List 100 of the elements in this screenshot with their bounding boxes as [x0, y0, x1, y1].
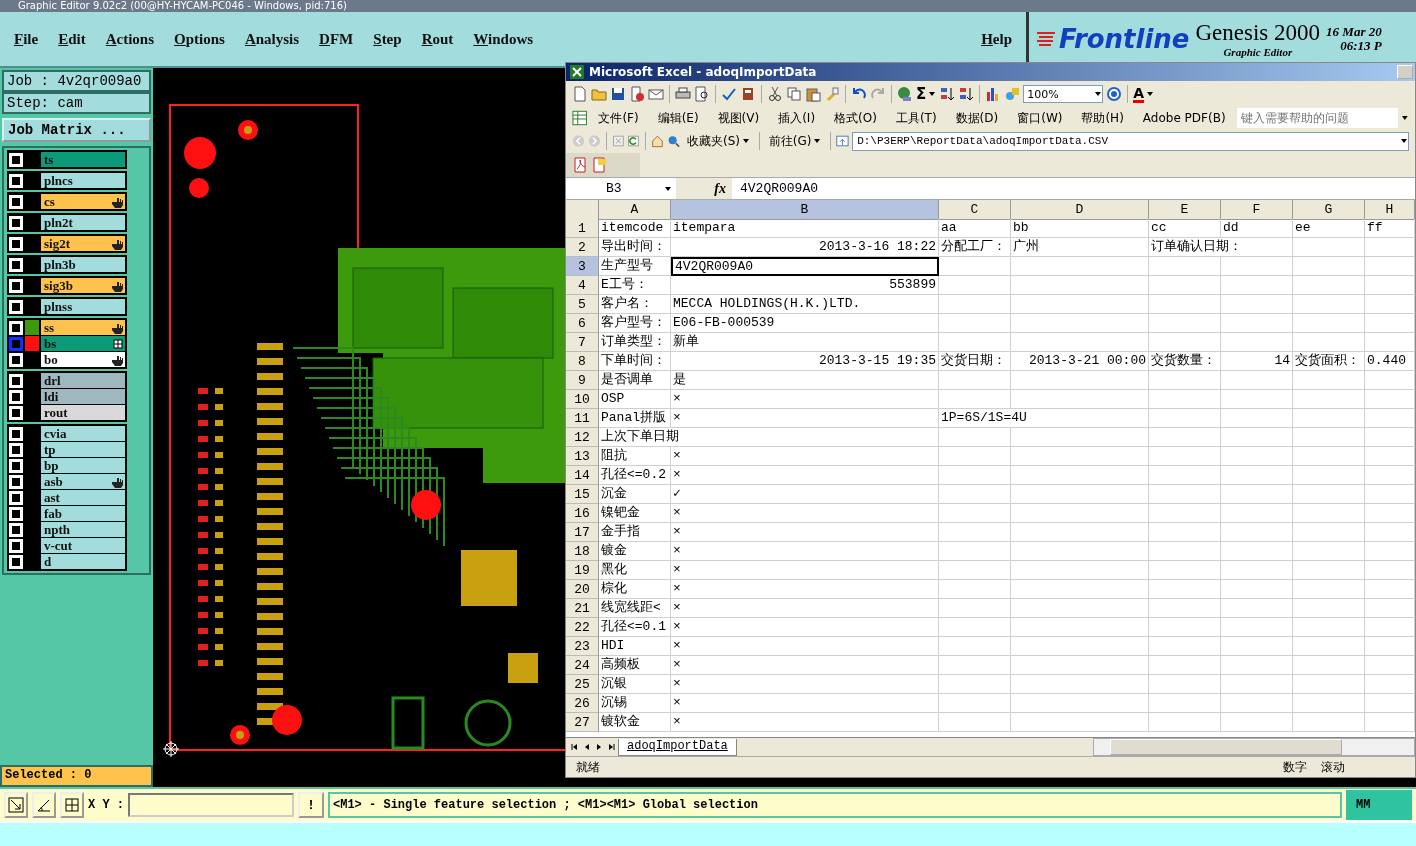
- print-icon[interactable]: [675, 86, 691, 102]
- layer-name[interactable]: sig3b: [41, 278, 125, 293]
- select-tool-button[interactable]: [4, 792, 28, 818]
- menu-item[interactable]: Rout: [421, 30, 454, 48]
- layer-name[interactable]: drl: [41, 373, 125, 388]
- dropdown-caret-icon[interactable]: [741, 137, 750, 145]
- layer-name[interactable]: d: [41, 554, 125, 569]
- save-icon[interactable]: [610, 86, 626, 102]
- menu-item[interactable]: Windows: [473, 30, 534, 48]
- menu-item[interactable]: DFM: [319, 30, 354, 48]
- excel-menu-item[interactable]: 编辑(E): [649, 109, 707, 127]
- menu-item[interactable]: Analysis: [244, 30, 300, 48]
- row-number[interactable]: 17: [566, 523, 599, 542]
- row-number[interactable]: 24: [566, 656, 599, 675]
- layer-name[interactable]: pln2t: [41, 215, 125, 230]
- formula-value[interactable]: 4V2QR009A0: [732, 181, 818, 196]
- dropdown-caret-icon[interactable]: [1146, 90, 1155, 98]
- dropdown-caret-icon[interactable]: [1401, 114, 1409, 122]
- function-label[interactable]: fx: [676, 178, 732, 199]
- sort-descending-icon[interactable]: [958, 86, 975, 102]
- excel-menu-item[interactable]: 文件(F): [590, 109, 647, 127]
- address-field[interactable]: D:\P3ERP\ReportData\adoqImportData.CSV: [852, 131, 1410, 151]
- row-number[interactable]: 11: [566, 409, 599, 428]
- layer-name[interactable]: bo: [41, 352, 125, 367]
- row-number[interactable]: 14: [566, 466, 599, 485]
- pdf-convert-icon[interactable]: [572, 157, 588, 173]
- dropdown-caret-icon[interactable]: [813, 137, 822, 145]
- layer-name[interactable]: pln3b: [41, 257, 125, 272]
- layer-name[interactable]: asb: [41, 474, 125, 489]
- autosum-button[interactable]: Σ: [916, 85, 937, 103]
- job-matrix-button[interactable]: Job Matrix ...: [2, 118, 151, 142]
- xy-input-field[interactable]: [128, 793, 294, 817]
- row-number[interactable]: 1: [566, 219, 599, 238]
- column-header[interactable]: F: [1221, 200, 1293, 220]
- pdf-email-icon[interactable]: [591, 157, 607, 173]
- layer-name[interactable]: v-cut: [41, 538, 125, 553]
- home-icon[interactable]: [651, 133, 665, 149]
- cut-icon[interactable]: [767, 86, 783, 102]
- font-color-button[interactable]: A: [1133, 85, 1155, 103]
- copy-icon[interactable]: [786, 86, 802, 102]
- help-icon[interactable]: [1106, 86, 1123, 102]
- row-number[interactable]: 20: [566, 580, 599, 599]
- row-number[interactable]: 21: [566, 599, 599, 618]
- first-sheet-icon[interactable]: [570, 742, 580, 752]
- menu-item[interactable]: Step: [373, 30, 402, 48]
- layer-name[interactable]: sig2t: [41, 236, 125, 251]
- layer-name[interactable]: ast: [41, 490, 125, 505]
- email-icon[interactable]: [648, 86, 664, 102]
- dropdown-caret-icon[interactable]: [928, 90, 937, 98]
- row-number[interactable]: 23: [566, 637, 599, 656]
- excel-menu-item[interactable]: Adobe PDF(B): [1134, 111, 1234, 125]
- name-box[interactable]: B3: [566, 181, 676, 196]
- column-header[interactable]: E: [1149, 200, 1221, 220]
- row-number[interactable]: 19: [566, 561, 599, 580]
- row-number[interactable]: 27: [566, 713, 599, 732]
- layer-name[interactable]: fab: [41, 506, 125, 521]
- row-number[interactable]: 8: [566, 352, 599, 371]
- menu-item[interactable]: Actions: [105, 30, 155, 48]
- horizontal-scrollbar[interactable]: [1093, 738, 1415, 756]
- row-number[interactable]: 3: [566, 257, 599, 276]
- excel-menu-item[interactable]: 工具(T): [887, 109, 945, 127]
- layer-name[interactable]: rout: [41, 405, 125, 420]
- row-number[interactable]: 16: [566, 504, 599, 523]
- row-number[interactable]: 4: [566, 276, 599, 295]
- refresh-icon[interactable]: [627, 133, 641, 149]
- layer-name[interactable]: plncs: [41, 173, 125, 188]
- permission-icon[interactable]: [629, 86, 645, 102]
- new-document-icon[interactable]: [572, 86, 588, 102]
- dropdown-caret-icon[interactable]: [1400, 137, 1409, 145]
- excel-menu-item[interactable]: 帮助(H): [1073, 109, 1132, 127]
- column-header[interactable]: A: [599, 200, 671, 220]
- column-header[interactable]: G: [1293, 200, 1365, 220]
- layer-name[interactable]: ss: [41, 320, 125, 335]
- excel-menu-item[interactable]: 视图(V): [709, 109, 768, 127]
- excel-menu-item[interactable]: 数据(D): [947, 109, 1007, 127]
- column-header[interactable]: B: [671, 200, 939, 220]
- layer-checkbox[interactable]: [9, 336, 23, 351]
- sheet-tab[interactable]: adoqImportData: [618, 738, 737, 756]
- menu-item[interactable]: Edit: [58, 30, 86, 48]
- row-number[interactable]: 26: [566, 694, 599, 713]
- units-indicator[interactable]: MM: [1346, 790, 1412, 820]
- layer-name[interactable]: ldi: [41, 389, 125, 404]
- print-preview-icon[interactable]: [694, 86, 710, 102]
- menu-item[interactable]: File: [14, 30, 39, 48]
- paste-icon[interactable]: [805, 86, 821, 102]
- zoom-dropdown[interactable]: 100%: [1023, 85, 1104, 103]
- row-number[interactable]: 9: [566, 371, 599, 390]
- row-number[interactable]: 7: [566, 333, 599, 352]
- help-search-field[interactable]: 键入需要帮助的问题: [1236, 108, 1399, 128]
- layer-name[interactable]: plnss: [41, 299, 125, 314]
- layer-name[interactable]: bs: [41, 336, 125, 351]
- layer-name[interactable]: tp: [41, 442, 125, 457]
- excel-menu-item[interactable]: 插入(I): [770, 109, 824, 127]
- spelling-check-icon[interactable]: [721, 86, 737, 102]
- row-number[interactable]: 6: [566, 314, 599, 333]
- row-number[interactable]: 2: [566, 238, 599, 257]
- row-number[interactable]: 22: [566, 618, 599, 637]
- column-header[interactable]: H: [1365, 200, 1415, 220]
- row-number[interactable]: 10: [566, 390, 599, 409]
- favorites-menu[interactable]: 收藏夹(S): [682, 132, 754, 150]
